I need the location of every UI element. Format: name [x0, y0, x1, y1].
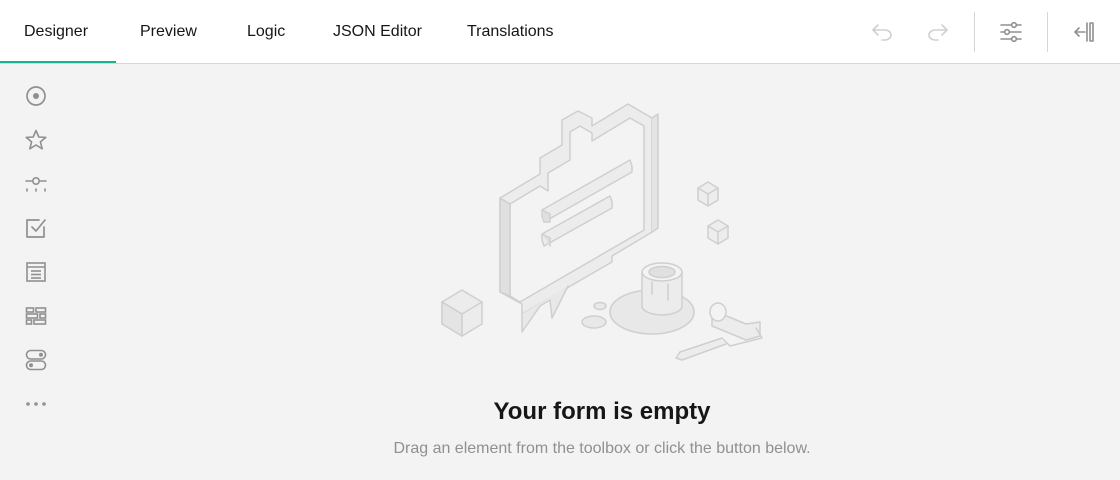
more-icon [26, 402, 46, 406]
toolbox-item-rating[interactable] [16, 120, 56, 160]
redo-button[interactable] [918, 12, 958, 52]
toggle-icon [25, 349, 47, 371]
tab-preview[interactable]: Preview [140, 0, 197, 64]
undo-icon [872, 24, 892, 41]
settings-button[interactable] [991, 12, 1031, 52]
ranking-icon [25, 307, 47, 325]
list-icon [26, 262, 46, 282]
toolbox-more-button[interactable] [16, 384, 56, 424]
top-bar: Designer Preview Logic JSON Editor Trans… [0, 0, 1120, 64]
slider-icon [25, 177, 47, 192]
toolbox-item-ranking[interactable] [16, 296, 56, 336]
empty-state-subtitle: Drag an element from the toolbox or clic… [393, 440, 811, 457]
toolbox-item-checkbox[interactable] [16, 208, 56, 248]
empty-form-illustration [441, 103, 763, 361]
undo-button[interactable] [862, 12, 902, 52]
toolbar-separator [974, 12, 975, 52]
toolbox-item-radio-group[interactable] [16, 76, 56, 116]
tab-json-editor[interactable]: JSON Editor [333, 0, 422, 64]
toolbox [0, 64, 72, 480]
checkbox-icon [26, 219, 46, 238]
active-tab-indicator [0, 61, 116, 63]
toolbox-item-boolean[interactable] [16, 340, 56, 380]
toolbar-separator [1047, 12, 1048, 52]
radio-group-icon [26, 86, 46, 106]
collapse-panel-button[interactable] [1064, 12, 1104, 52]
tab-translations[interactable]: Translations [467, 0, 554, 64]
redo-icon [928, 24, 948, 41]
tab-designer[interactable]: Designer [24, 0, 88, 64]
settings-sliders-icon [1000, 21, 1022, 43]
empty-state-title: Your form is empty [493, 398, 711, 425]
toolbox-item-slider[interactable] [16, 164, 56, 204]
rating-star-icon [25, 129, 47, 150]
tab-logic[interactable]: Logic [247, 0, 285, 64]
collapse-panel-icon [1074, 22, 1094, 42]
toolbox-item-list[interactable] [16, 252, 56, 292]
